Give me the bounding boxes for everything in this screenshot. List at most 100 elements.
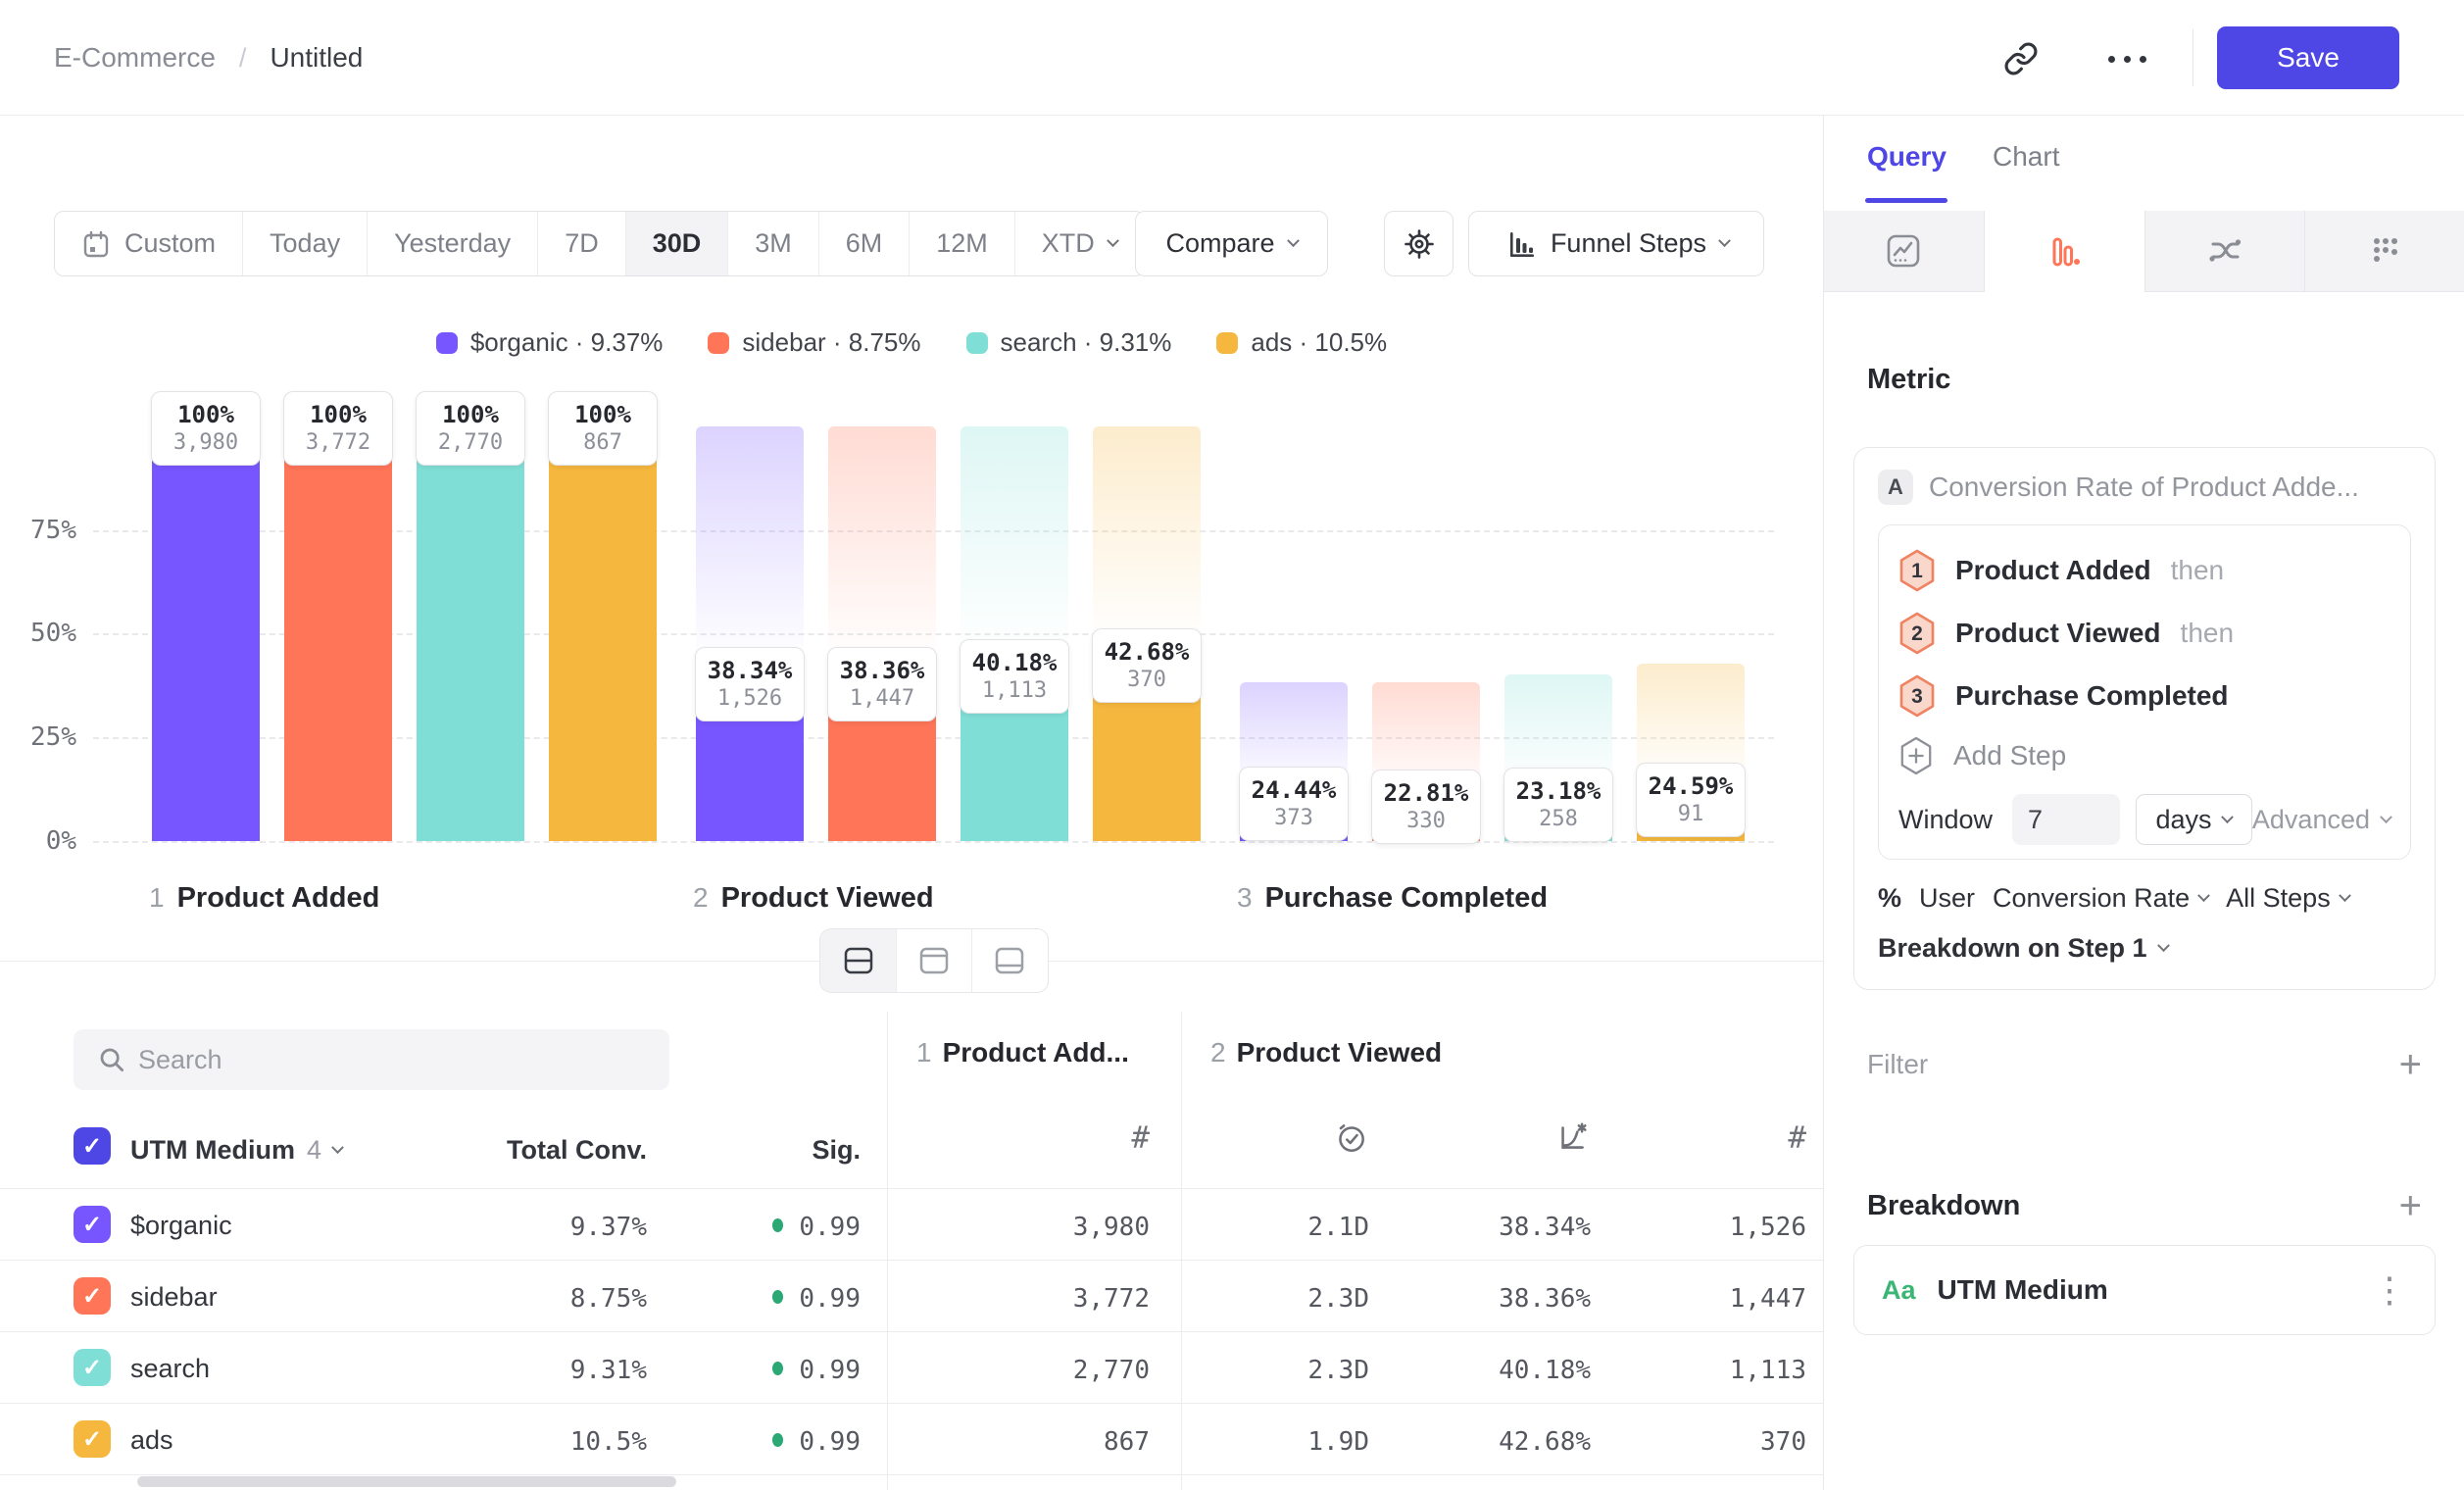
layout-table-button[interactable] — [971, 929, 1047, 992]
add-step-button[interactable]: Add Step — [1898, 727, 2390, 784]
metric-section-heading: Metric — [1867, 364, 1950, 396]
window-unit-select[interactable]: days — [2136, 794, 2252, 845]
legend-swatch — [966, 332, 988, 354]
compare-button[interactable]: Compare — [1135, 211, 1328, 276]
row-step2-rate: 38.34% — [1444, 1213, 1591, 1242]
search-icon — [97, 1045, 126, 1074]
legend-item-organic[interactable]: $organic · 9.37% — [436, 327, 664, 358]
bar-count: 3,772 — [284, 429, 392, 458]
date-range-today[interactable]: Today — [242, 212, 367, 275]
bar-value-label: 100%2,770 — [416, 391, 525, 466]
row-checkbox[interactable] — [74, 1277, 111, 1315]
window-value-input[interactable] — [2012, 794, 2120, 845]
legend-item-ads[interactable]: ads · 10.5% — [1216, 327, 1387, 358]
breakdown-on-select[interactable]: Breakdown on Step 1 — [1878, 933, 2411, 964]
table-step1-header[interactable]: 1 Product Add... — [916, 1037, 1129, 1068]
bar-percent: 100% — [549, 401, 657, 429]
layout-chart-button[interactable] — [896, 929, 971, 992]
chevron-down-icon — [2222, 811, 2235, 823]
clock-check-icon — [1332, 1118, 1369, 1156]
report-title[interactable]: Untitled — [270, 42, 363, 74]
date-range-30d[interactable]: 30D — [625, 212, 728, 275]
table-row: $organic 9.37% 0.99 3,980 2.1D 38.34% 1,… — [0, 1189, 1823, 1261]
search-input[interactable] — [138, 1029, 648, 1090]
chevron-down-icon — [1107, 234, 1119, 247]
report-type-funnels[interactable] — [1985, 211, 2145, 292]
insights-icon — [1884, 231, 1923, 271]
advanced-toggle[interactable]: Advanced — [2252, 805, 2390, 835]
row-checkbox[interactable] — [74, 1349, 111, 1386]
total-conv-header[interactable]: Total Conv. — [431, 1135, 647, 1166]
chart-legend: $organic · 9.37% sidebar · 8.75% search … — [0, 327, 1823, 358]
date-range-3m[interactable]: 3M — [727, 212, 818, 275]
query-step-2[interactable]: 2 Product Viewed then — [1898, 602, 2390, 665]
funnel-bar[interactable] — [417, 426, 524, 841]
report-type-flows[interactable] — [2145, 211, 2306, 292]
save-button[interactable]: Save — [2217, 26, 2399, 89]
funnel-chart: 75% 50% 25% 0% 100%3,980100%3,772100%2,7… — [0, 372, 1823, 961]
report-type-insights[interactable] — [1824, 211, 1985, 292]
count-column-icon[interactable]: # — [1708, 1120, 1806, 1156]
add-filter-button[interactable]: + — [2399, 1045, 2422, 1084]
funnel-steps-icon — [1503, 227, 1537, 261]
steps-scope-select[interactable]: All Steps — [2226, 883, 2349, 914]
select-all-checkbox[interactable] — [74, 1127, 111, 1165]
query-step-1[interactable]: 1 Product Added then — [1898, 539, 2390, 602]
tab-chart[interactable]: Chart — [1993, 141, 2059, 173]
bar-percent: 42.68% — [1093, 638, 1201, 667]
bar-value-label: 38.36%1,447 — [827, 647, 937, 721]
bar-count: 1,113 — [961, 677, 1068, 706]
bar-count: 2,770 — [417, 429, 524, 458]
more-options-button[interactable] — [2097, 47, 2156, 71]
share-link-button[interactable] — [1999, 37, 2043, 80]
legend-swatch — [1216, 332, 1238, 354]
report-type-retention[interactable] — [2305, 211, 2464, 292]
table-step2-header[interactable]: 2 Product Viewed — [1210, 1037, 1442, 1068]
filter-section: Filter + — [1867, 1045, 2422, 1084]
legend-item-search[interactable]: search · 9.31% — [966, 327, 1172, 358]
legend-item-sidebar[interactable]: sidebar · 8.75% — [708, 327, 920, 358]
chart-type-select[interactable]: Funnel Steps — [1468, 211, 1764, 276]
step-label-1: 1 Product Added — [149, 882, 379, 915]
breakdown-item[interactable]: Aa UTM Medium — [1853, 1245, 2436, 1335]
conversion-column-button[interactable] — [1552, 1118, 1591, 1157]
date-range-6m[interactable]: 6M — [818, 212, 910, 275]
date-range-7d[interactable]: 7D — [537, 212, 625, 275]
row-checkbox[interactable] — [74, 1206, 111, 1243]
add-breakdown-button[interactable]: + — [2399, 1186, 2422, 1225]
breakdown-section: Breakdown + — [1867, 1186, 2422, 1225]
row-step2-avg: 2.3D — [1222, 1356, 1369, 1385]
metric-title-row[interactable]: A Conversion Rate of Product Adde... — [1878, 470, 2411, 505]
funnel-bar[interactable] — [152, 426, 260, 841]
chevron-down-icon — [2339, 889, 2351, 902]
bar-count: 330 — [1372, 808, 1480, 836]
funnel-bar[interactable] — [284, 426, 392, 841]
layout-split-button[interactable] — [820, 929, 896, 992]
measurement-select[interactable]: Conversion Rate — [1993, 883, 2208, 914]
date-range-custom[interactable]: Custom — [55, 212, 242, 275]
row-total-conv: 9.37% — [431, 1213, 647, 1242]
legend-swatch — [708, 332, 729, 354]
avg-time-column-button[interactable] — [1331, 1118, 1370, 1157]
funnel-bar[interactable] — [549, 426, 657, 841]
chart-settings-button[interactable] — [1384, 211, 1454, 276]
group-by-header[interactable]: UTM Medium 4 — [130, 1135, 342, 1166]
flows-icon — [2205, 231, 2244, 271]
funnel-bars: 100%3,980100%3,772100%2,770100%86738.34%… — [0, 372, 1823, 961]
horizontal-scrollbar-thumb[interactable] — [137, 1476, 676, 1487]
date-range-yesterday[interactable]: Yesterday — [367, 212, 537, 275]
kebab-menu-icon[interactable] — [2372, 1269, 2407, 1311]
funnel-bar-ghost — [828, 426, 936, 682]
sig-header[interactable]: Sig. — [743, 1135, 861, 1166]
significance-dot — [772, 1362, 783, 1375]
date-range-xtd[interactable]: XTD — [1014, 212, 1144, 275]
breadcrumb-workspace[interactable]: E-Commerce — [54, 42, 216, 74]
date-range-12m[interactable]: 12M — [909, 212, 1014, 275]
row-checkbox[interactable] — [74, 1420, 111, 1458]
row-step1-count: 867 — [1003, 1427, 1150, 1457]
count-column-icon[interactable]: # — [1052, 1120, 1150, 1156]
link-icon — [2003, 41, 2039, 76]
query-step-3[interactable]: 3 Purchase Completed — [1898, 665, 2390, 727]
tab-query[interactable]: Query — [1867, 141, 1947, 173]
measurement-row: % User Conversion Rate All Steps — [1878, 883, 2411, 914]
